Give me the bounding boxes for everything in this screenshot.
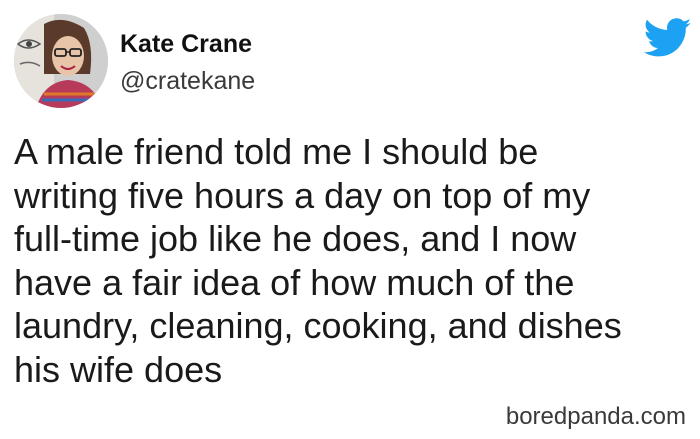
tweet-line: A male friend told me I should be: [14, 131, 539, 172]
tweet-line: writing five hours a day on top of my: [14, 174, 591, 216]
tweet-line: his wife does: [14, 348, 223, 390]
watermark: boredpanda.com: [505, 403, 686, 430]
tweet-line: laundry, cleaning, cooking, and dishes: [14, 305, 622, 346]
avatar[interactable]: [14, 14, 108, 108]
profile-photo-icon: [14, 14, 108, 108]
display-name[interactable]: Kate Crane: [120, 30, 252, 59]
tweet-card: Kate Crane @cratekane A male friend told…: [0, 0, 700, 439]
tweet-line: full-time job like he does, and I now: [14, 218, 577, 259]
twitter-bird-icon[interactable]: [644, 18, 692, 58]
user-handle[interactable]: @cratekane: [120, 67, 255, 96]
tweet-line: have a fair idea of how much of the: [14, 261, 575, 303]
tweet-text: A male friend told me I should be writin…: [14, 130, 684, 391]
